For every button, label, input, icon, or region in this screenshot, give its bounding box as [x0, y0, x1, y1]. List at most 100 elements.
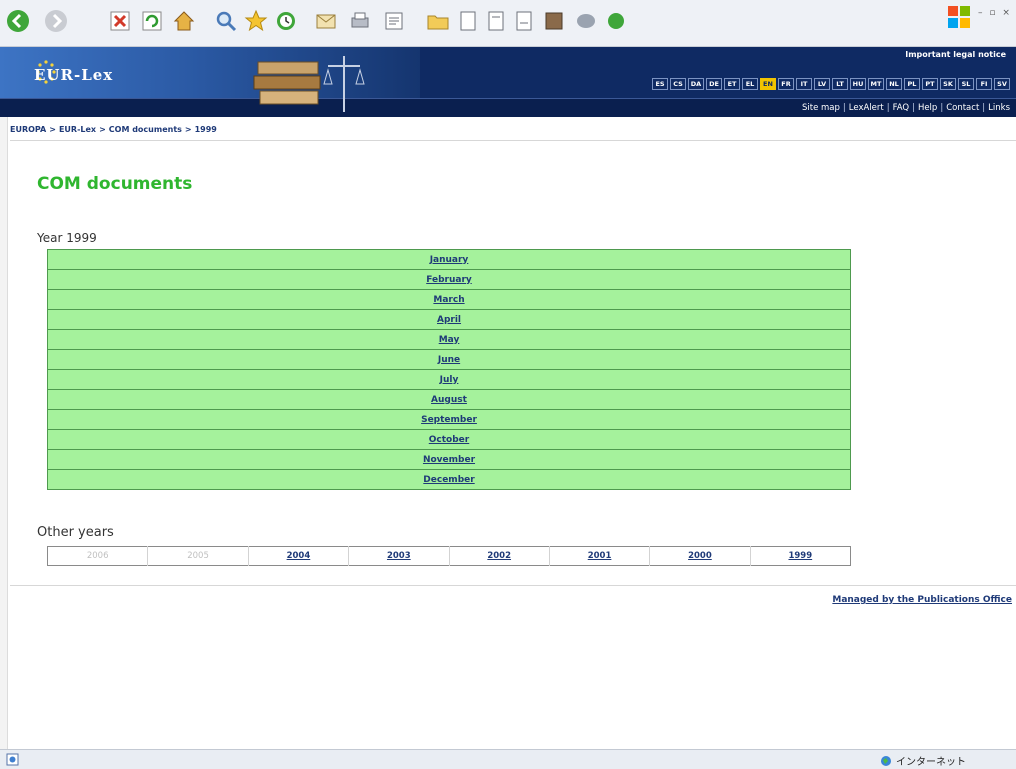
- legal-notice-link[interactable]: Important legal notice: [905, 50, 1006, 59]
- favorites-icon[interactable]: [244, 9, 268, 33]
- breadcrumb-item: 1999: [194, 125, 217, 134]
- language-et-button[interactable]: ET: [724, 78, 740, 90]
- language-it-button[interactable]: IT: [796, 78, 812, 90]
- search-icon[interactable]: [214, 9, 238, 33]
- link-separator: |: [940, 103, 944, 113]
- link-separator: |: [982, 103, 986, 113]
- language-pt-button[interactable]: PT: [922, 78, 938, 90]
- year-link-2002[interactable]: 2002: [487, 551, 511, 561]
- util-link-faq[interactable]: FAQ: [893, 103, 909, 113]
- globe-icon: [881, 755, 891, 766]
- month-link-august[interactable]: August: [431, 395, 467, 405]
- page-icon[interactable]: [542, 9, 566, 33]
- security-zone[interactable]: インターネット: [880, 753, 966, 768]
- divider: [10, 140, 1016, 141]
- month-link-december[interactable]: December: [423, 475, 474, 485]
- breadcrumb-item[interactable]: EUR-Lex: [59, 125, 96, 134]
- year-link-1999[interactable]: 1999: [788, 551, 812, 561]
- language-lv-button[interactable]: LV: [814, 78, 830, 90]
- language-sv-button[interactable]: SV: [994, 78, 1010, 90]
- util-link-help[interactable]: Help: [918, 103, 937, 113]
- language-hu-button[interactable]: HU: [850, 78, 866, 90]
- page-title: COM documents: [37, 174, 193, 194]
- month-row: March: [47, 289, 851, 310]
- logo-text[interactable]: EUR-Lex: [34, 66, 113, 84]
- month-cell: June: [47, 349, 851, 370]
- back-icon[interactable]: [6, 9, 30, 33]
- language-pl-button[interactable]: PL: [904, 78, 920, 90]
- language-es-button[interactable]: ES: [652, 78, 668, 90]
- month-link-june[interactable]: June: [438, 355, 460, 365]
- mail-icon[interactable]: [314, 9, 338, 33]
- stop-icon[interactable]: [108, 9, 132, 33]
- language-sl-button[interactable]: SL: [958, 78, 974, 90]
- site-header: EUR-Lex Important legal notice ES CS DA DE E…: [0, 47, 1016, 117]
- month-link-october[interactable]: October: [429, 435, 469, 445]
- edit-icon[interactable]: [382, 9, 406, 33]
- language-cs-button[interactable]: CS: [670, 78, 686, 90]
- page-icon[interactable]: [604, 9, 628, 33]
- page-icon[interactable]: [456, 9, 480, 33]
- home-icon[interactable]: [172, 9, 196, 33]
- publications-office-link[interactable]: Managed by the Publications Office: [832, 595, 1012, 605]
- language-da-button[interactable]: DA: [688, 78, 704, 90]
- refresh-icon[interactable]: [140, 9, 164, 33]
- history-icon[interactable]: [274, 9, 298, 33]
- year-link-2006: 2006: [86, 551, 109, 561]
- language-el-button[interactable]: EL: [742, 78, 758, 90]
- month-link-february[interactable]: February: [426, 275, 472, 285]
- language-en-button[interactable]: EN: [760, 78, 776, 90]
- language-mt-button[interactable]: MT: [868, 78, 884, 90]
- year-cell: 2000: [649, 546, 751, 566]
- page-icon[interactable]: [512, 9, 536, 33]
- month-row: August: [47, 389, 851, 410]
- util-link-contact[interactable]: Contact: [946, 103, 979, 113]
- divider: [10, 585, 1016, 586]
- print-icon[interactable]: [348, 9, 372, 33]
- month-row: June: [47, 349, 851, 370]
- language-nl-button[interactable]: NL: [886, 78, 902, 90]
- link-separator: |: [842, 103, 846, 113]
- language-lt-button[interactable]: LT: [832, 78, 848, 90]
- page-icon[interactable]: [574, 9, 598, 33]
- folder-icon[interactable]: [426, 9, 450, 33]
- month-link-september[interactable]: September: [421, 415, 477, 425]
- month-link-november[interactable]: November: [423, 455, 475, 465]
- year-cell: 2001: [548, 546, 650, 566]
- year-link-2004[interactable]: 2004: [287, 551, 311, 561]
- breadcrumb-separator: >: [49, 125, 56, 134]
- browser-toolbar: – ▫ ×: [0, 0, 1016, 47]
- util-link-lexalert[interactable]: LexAlert: [849, 103, 884, 113]
- util-link-links[interactable]: Links: [988, 103, 1010, 113]
- page-left-edge: [0, 117, 8, 749]
- month-link-july[interactable]: July: [440, 375, 459, 385]
- month-cell: May: [47, 329, 851, 350]
- month-link-april[interactable]: April: [437, 315, 461, 325]
- year-link-2003[interactable]: 2003: [387, 551, 411, 561]
- year-link-2000[interactable]: 2000: [688, 551, 712, 561]
- year-cell: 2006: [48, 547, 148, 566]
- year-link-2001[interactable]: 2001: [588, 551, 612, 561]
- month-row: July: [47, 369, 851, 390]
- books-scale-illustration: [253, 56, 365, 112]
- month-row: November: [47, 449, 851, 470]
- breadcrumb-separator: >: [99, 125, 106, 134]
- month-cell: November: [47, 449, 851, 470]
- window-controls[interactable]: – ▫ ×: [978, 8, 1012, 18]
- month-link-march[interactable]: March: [433, 295, 464, 305]
- month-link-january[interactable]: January: [430, 255, 469, 265]
- util-link-site-map[interactable]: Site map: [802, 103, 840, 113]
- language-de-button[interactable]: DE: [706, 78, 722, 90]
- month-cell: February: [47, 269, 851, 290]
- page-icon[interactable]: [484, 9, 508, 33]
- language-sk-button[interactable]: SK: [940, 78, 956, 90]
- year-cell: 2005: [147, 546, 249, 566]
- language-fr-button[interactable]: FR: [778, 78, 794, 90]
- breadcrumb-item[interactable]: COM documents: [109, 125, 182, 134]
- breadcrumb-item[interactable]: EUROPA: [10, 125, 46, 134]
- month-link-may[interactable]: May: [439, 335, 460, 345]
- month-cell: December: [47, 469, 851, 490]
- forward-icon[interactable]: [44, 9, 68, 33]
- year-cell: 2002: [448, 546, 550, 566]
- language-fi-button[interactable]: FI: [976, 78, 992, 90]
